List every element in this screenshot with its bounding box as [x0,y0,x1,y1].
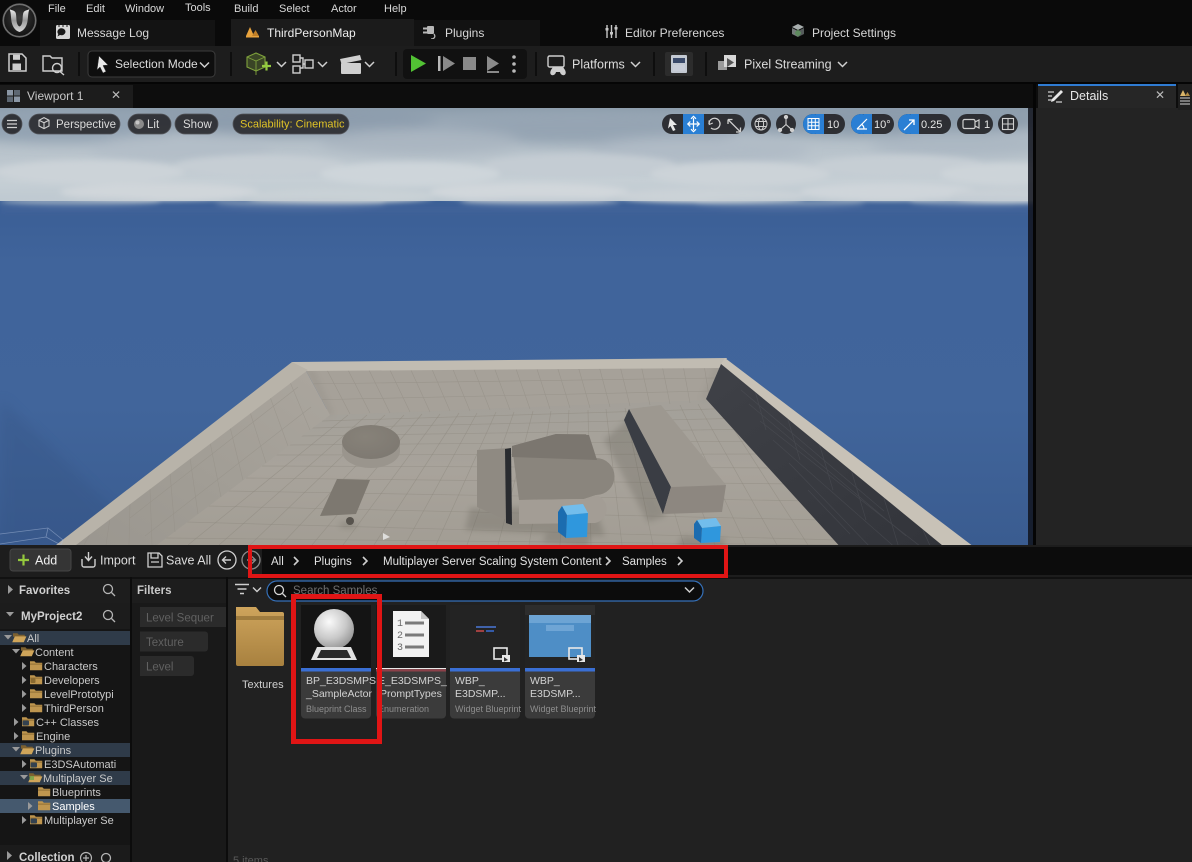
svg-text:E3DSMP...: E3DSMP... [530,688,581,700]
svg-text:Show: Show [183,119,212,131]
svg-text:10°: 10° [874,119,891,131]
svg-text:Samples: Samples [52,801,95,813]
svg-text:Perspective: Perspective [56,119,116,131]
svg-text:Add: Add [35,554,57,568]
svg-text:Widget Blueprint: Widget Blueprint [530,704,597,714]
svg-text:Selection Mode: Selection Mode [115,57,198,71]
svg-text:E3DSAutomati: E3DSAutomati [44,759,116,771]
svg-text:Engine: Engine [36,731,70,743]
svg-text:Content: Content [35,647,74,659]
svg-text:1: 1 [397,619,403,630]
svg-text:Scalability: Cinematic: Scalability: Cinematic [240,119,345,131]
svg-text:Blueprints: Blueprints [52,787,101,799]
svg-text:Pixel Streaming: Pixel Streaming [744,58,832,72]
svg-text:10: 10 [827,119,839,131]
svg-text:Multiplayer Se: Multiplayer Se [44,815,114,827]
svg-text:WBP_: WBP_ [455,675,485,687]
svg-text:E_E3DSMPS_: E_E3DSMPS_ [378,675,447,687]
svg-text:Characters: Characters [44,661,98,673]
svg-text:Level: Level [146,662,174,674]
svg-text:Developers: Developers [44,675,100,687]
svg-text:0.25: 0.25 [921,119,942,131]
svg-text:Widget Blueprint: Widget Blueprint [455,704,522,714]
svg-text:C++ Classes: C++ Classes [36,717,99,729]
svg-text:PromptTypes: PromptTypes [380,688,442,700]
svg-text:Collection: Collection [19,852,75,862]
svg-text:All: All [27,633,39,645]
svg-text:Filters: Filters [137,585,172,597]
svg-text:3: 3 [397,643,403,654]
svg-text:1: 1 [984,119,990,131]
svg-text:Level Sequer: Level Sequer [146,613,214,625]
svg-text:ThirdPerson: ThirdPerson [44,703,104,715]
svg-text:Favorites: Favorites [19,585,70,597]
svg-text:Multiplayer Se: Multiplayer Se [43,773,113,785]
svg-text:Platforms: Platforms [572,58,625,72]
svg-text:Save All: Save All [166,554,211,568]
svg-text:Import: Import [100,554,136,568]
svg-text:Textures: Textures [242,679,284,691]
svg-text:Enumeration: Enumeration [378,704,429,714]
svg-text:Plugins: Plugins [35,745,72,757]
svg-text:WBP_: WBP_ [530,675,560,687]
svg-text:Lit: Lit [147,119,160,131]
svg-text:E3DSMP...: E3DSMP... [455,688,506,700]
svg-text:Texture: Texture [146,637,184,649]
svg-text:2: 2 [397,631,403,642]
svg-text:LevelPrototypi: LevelPrototypi [44,689,114,701]
svg-text:MyProject2: MyProject2 [21,611,82,623]
